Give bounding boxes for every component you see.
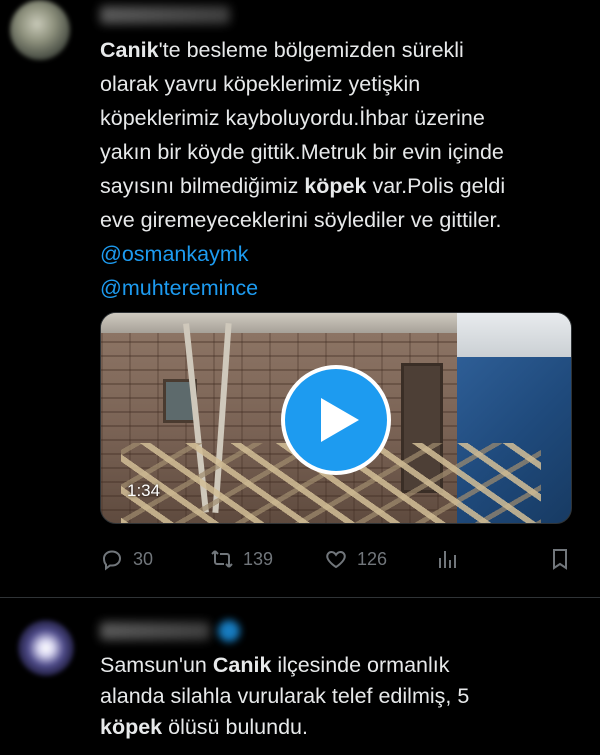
bookmark-button[interactable]	[548, 547, 572, 571]
retweet-button[interactable]: 139	[210, 547, 273, 571]
play-button[interactable]	[281, 365, 391, 475]
retweet-count: 139	[243, 548, 274, 569]
tweet-reply[interactable]: Samsun'un Canik ilçesinde ormanlık aland…	[0, 598, 600, 755]
verified-badge-icon	[218, 620, 240, 642]
keyword-bold: köpek	[100, 715, 163, 739]
tweet-text: Samsun'un Canik ilçesinde ormanlık aland…	[100, 650, 580, 743]
retweet-icon	[211, 550, 233, 568]
sky	[457, 313, 571, 363]
tweet-text-line: eve giremeyeceklerini söylediler ve gitt…	[100, 208, 502, 232]
bar-chart-icon	[439, 551, 456, 568]
reply-button[interactable]: 30	[100, 547, 153, 571]
author-name-blurred[interactable]	[100, 6, 230, 24]
tweet-text: Canik'te besleme bölgemizden sürekli ola…	[100, 33, 580, 305]
video-duration: 1:34	[127, 481, 161, 500]
author-avatar[interactable]	[10, 0, 70, 60]
mention-link-osmankaymk[interactable]: @osmankaymk	[100, 237, 580, 271]
play-icon	[321, 398, 359, 442]
tweet-text-segment: ilçesinde ormanlık	[271, 653, 450, 677]
tweet-text-line: olarak yavru köpeklerimiz yetişkin	[100, 72, 421, 96]
tweet-text-segment: Samsun'un	[100, 653, 213, 677]
keyword-bold: Canik	[212, 653, 272, 677]
author-avatar[interactable]	[18, 620, 74, 676]
video-thumbnail[interactable]: 1:34	[100, 312, 572, 524]
keyword-bold: köpek	[304, 174, 367, 198]
author-name-blurred[interactable]	[100, 622, 210, 640]
heart-icon	[326, 550, 346, 569]
like-count: 126	[357, 548, 388, 569]
reply-count: 30	[133, 548, 154, 569]
keyword-bold: Canik	[100, 38, 159, 62]
like-button[interactable]: 126	[324, 547, 387, 571]
reply-icon	[102, 550, 122, 571]
mention-link-muhteremince[interactable]: @muhteremince	[100, 271, 580, 305]
tweet-text-line: yakın bir köyde gittik.Metruk bir evin i…	[100, 140, 504, 164]
views-button[interactable]	[436, 547, 460, 571]
tweet-text-line: alanda silahla vurularak telef edilmiş, …	[100, 684, 470, 708]
bookmark-icon	[553, 549, 567, 570]
tweet-text-line: köpeklerimiz kayboluyordu.İhbar üzerine	[100, 106, 485, 130]
tweet-text-segment: 'te besleme bölgemizden sürekli	[158, 38, 464, 62]
tweet-text-segment: var.Polis geldi	[366, 174, 506, 198]
tweet-main[interactable]: Canik'te besleme bölgemizden sürekli ola…	[0, 0, 600, 598]
action-bar: 30 139 126	[100, 547, 572, 575]
tweet-text-segment: ölüsü bulundu.	[162, 715, 308, 739]
tweet-text-segment: sayısını bilmediğimiz	[100, 174, 305, 198]
